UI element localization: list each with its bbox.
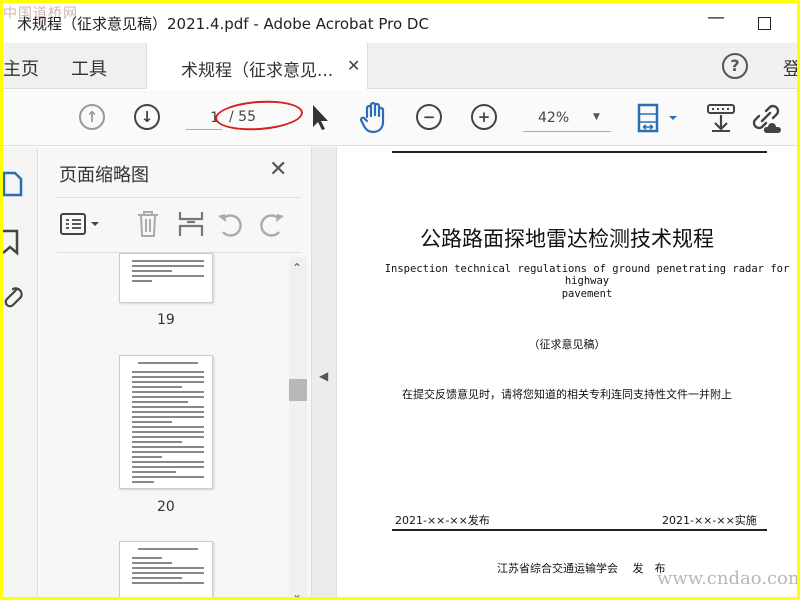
fit-page-icon[interactable] <box>635 102 681 134</box>
page-thumbnails-panel: 页面缩略图 ✕ 19 20 ⌃ ⌄ <box>39 147 311 597</box>
window-title: 术规程（征求意见稿）2021.4.pdf - Adobe Acrobat Pro… <box>17 15 429 33</box>
page-thumbnail-icon[interactable] <box>3 169 25 199</box>
publisher: 江苏省综合交通运输学会 发 布 <box>497 562 666 575</box>
zoom-select[interactable]: 42% ▼ <box>523 102 611 132</box>
acrobat-window: 中国道桥网 术规程（征求意见稿）2021.4.pdf - Adobe Acrob… <box>3 3 797 597</box>
document-title-cn: 公路路面探地雷达检测技术规程 <box>420 227 714 251</box>
panel-title: 页面缩略图 <box>59 165 149 186</box>
toolbar: ↑ ↓ 1 / 55 − + 42% ▼ <box>3 90 797 146</box>
draft-label: （征求意见稿） <box>528 338 606 351</box>
close-panel-icon[interactable]: ✕ <box>269 157 287 182</box>
hand-tool-icon[interactable] <box>359 102 389 134</box>
navigation-rail <box>3 147 38 597</box>
document-page: 公路路面探地雷达检测技术规程 Inspection technical regu… <box>337 147 797 597</box>
bookmark-icon[interactable] <box>3 227 25 257</box>
page-thumbnail[interactable] <box>119 355 213 489</box>
effective-date: 2021-××-××实施 <box>662 514 757 527</box>
annotation-ellipse <box>214 97 304 134</box>
minimize-button[interactable]: — <box>707 7 725 28</box>
tab-document[interactable]: 术规程（征求意见... ✕ <box>146 43 368 89</box>
zoom-in-icon[interactable]: + <box>471 104 497 130</box>
tab-document-label: 术规程（征求意见... <box>181 61 334 81</box>
next-page-icon[interactable]: ↓ <box>134 104 160 130</box>
page-thumbnail[interactable] <box>119 541 213 597</box>
document-title-en-cont: pavement <box>561 288 613 300</box>
select-cursor-icon[interactable] <box>310 103 330 131</box>
delete-icon[interactable] <box>135 209 161 239</box>
thumbnail-page-number: 19 <box>157 312 175 328</box>
scroll-down-icon[interactable]: ⌄ <box>292 587 302 597</box>
tab-home[interactable]: 主页 <box>3 55 39 81</box>
release-date: 2021-××-××发布 <box>395 514 490 527</box>
top-rule <box>392 151 767 153</box>
document-title-en: Inspection technical regulations of grou… <box>384 263 790 287</box>
redo-icon[interactable] <box>257 210 287 238</box>
title-bar: 中国道桥网 术规程（征求意见稿）2021.4.pdf - Adobe Acrob… <box>3 3 797 43</box>
sign-in-button[interactable]: 登 <box>783 55 797 81</box>
bottom-rule <box>392 529 767 531</box>
thumbnail-page-number: 20 <box>157 499 175 515</box>
link-icon[interactable] <box>750 103 784 133</box>
tab-bar: 主页 工具 术规程（征求意见... ✕ ? 登 <box>3 43 797 89</box>
prev-page-icon[interactable]: ↑ <box>79 104 105 130</box>
scrollbar-thumb[interactable] <box>289 379 307 401</box>
scroll-up-icon[interactable]: ⌃ <box>292 261 302 275</box>
patent-note: 在提交反馈意见时，请将您知道的相关专利连同支持性文件一并附上 <box>402 388 732 401</box>
options-icon[interactable] <box>59 211 105 237</box>
close-tab-icon[interactable]: ✕ <box>347 56 360 75</box>
watermark-bottom: www.cndao.com <box>657 568 797 589</box>
collapse-panel-icon[interactable]: ◀ <box>319 369 328 383</box>
insert-icon[interactable] <box>177 209 205 239</box>
divider <box>57 197 301 198</box>
thumbnail-scrollbar[interactable] <box>289 257 307 597</box>
zoom-out-icon[interactable]: − <box>416 104 442 130</box>
help-icon[interactable]: ? <box>722 53 748 79</box>
tab-tools[interactable]: 工具 <box>71 55 107 81</box>
undo-icon[interactable] <box>215 210 245 238</box>
attachment-icon[interactable] <box>3 283 25 313</box>
scroll-mode-icon[interactable] <box>706 102 736 134</box>
zoom-value: 42% <box>538 110 570 126</box>
page-thumbnail[interactable] <box>119 253 213 303</box>
chevron-down-icon: ▼ <box>593 112 600 122</box>
maximize-button[interactable] <box>758 17 771 30</box>
panel-collapse-bar[interactable]: ◀ <box>311 147 337 597</box>
